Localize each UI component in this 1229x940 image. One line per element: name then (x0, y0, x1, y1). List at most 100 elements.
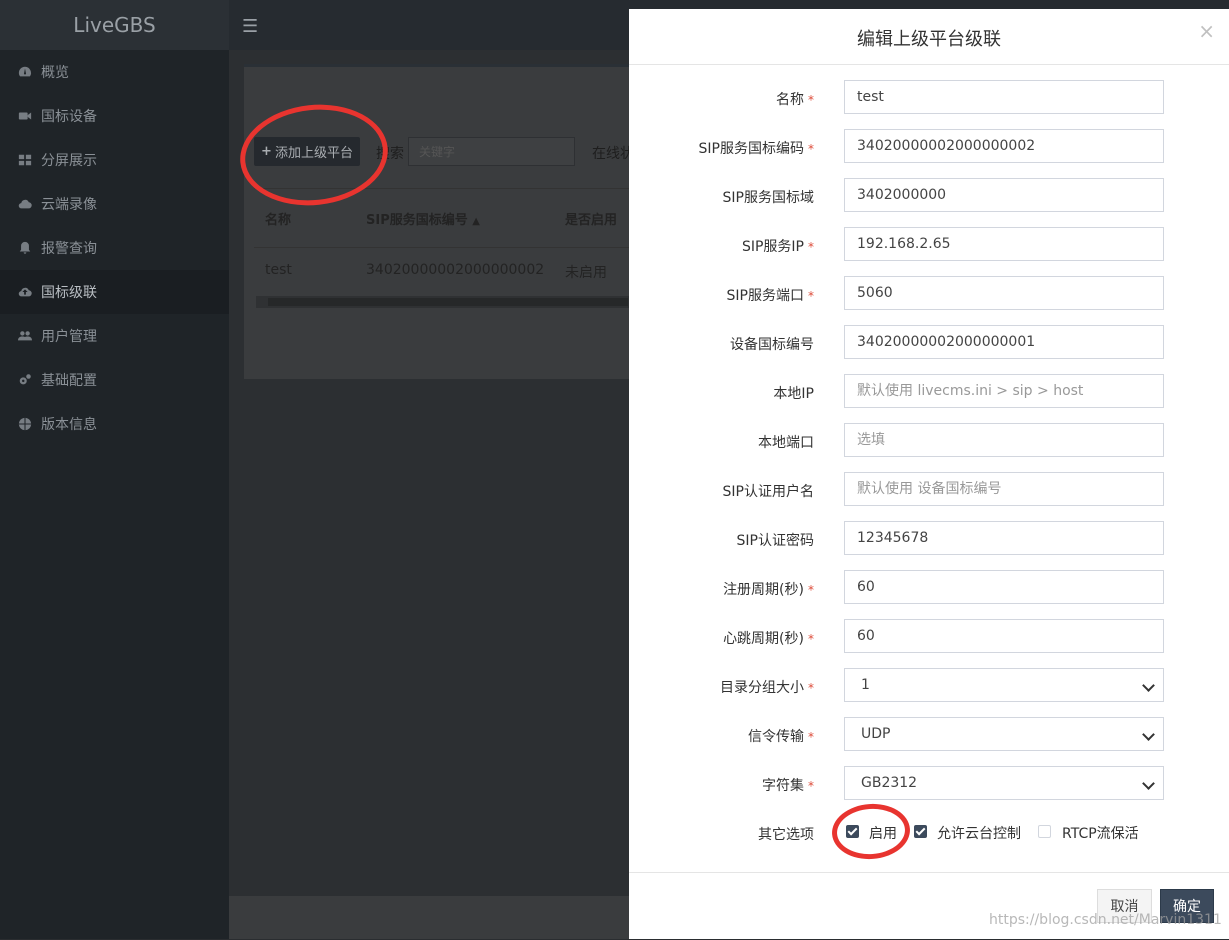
sidebar-item-version-info[interactable]: 版本信息 (0, 402, 229, 446)
cell-sip-id: 34020000002000000002 (366, 262, 545, 278)
sidebar-item-gb-devices[interactable]: 国标设备 (0, 94, 229, 138)
sidebar: LiveGBS 概览 国标设备 分屏展示 云端录像 报警查询 国标级联 用户管理… (0, 0, 229, 939)
search-input[interactable]: 关键字 (408, 137, 575, 166)
chevron-down-icon (1142, 728, 1155, 741)
table-horizontal-scrollbar[interactable] (256, 296, 632, 308)
grid-icon (17, 153, 33, 167)
ptz-control-checkbox[interactable] (914, 825, 927, 838)
form-row-local-ip: 本地IP 默认使用 livecms.ini > sip > host (629, 374, 1229, 408)
catalog-group-size-select[interactable]: 1 (844, 668, 1164, 702)
sidebar-item-label: 用户管理 (41, 329, 97, 345)
rtcp-keepalive-checkbox[interactable] (1038, 825, 1051, 838)
online-status-label: 在线状 (592, 146, 634, 162)
sidebar-item-split-screen[interactable]: 分屏展示 (0, 138, 229, 182)
users-icon (17, 329, 33, 343)
form-row-sip-ip: SIP服务IP * 192.168.2.65 (629, 227, 1229, 261)
sip-password-input[interactable]: 12345678 (844, 521, 1164, 555)
field-label: 本地IP (773, 386, 814, 402)
sidebar-item-user-management[interactable]: 用户管理 (0, 314, 229, 358)
add-platform-button[interactable]: + 添加上级平台 (254, 137, 360, 166)
form-row-charset: 字符集 * GB2312 (629, 766, 1229, 800)
close-icon[interactable]: × (1198, 21, 1215, 41)
field-label: 字符集 * (762, 778, 814, 794)
field-label: 信令传输 * (748, 729, 814, 745)
select-value: GB2312 (861, 775, 918, 791)
brand-logo[interactable]: LiveGBS (0, 0, 229, 50)
form-row-name: 名称 * test (629, 80, 1229, 114)
sidebar-item-gb-cascade[interactable]: 国标级联 (0, 270, 229, 314)
form-row-signal-transport: 信令传输 * UDP (629, 717, 1229, 751)
field-label: SIP认证用户名 (722, 484, 814, 500)
field-label: SIP服务端口 * (726, 288, 814, 304)
add-platform-label: 添加上级平台 (274, 146, 353, 161)
sidebar-item-label: 云端录像 (41, 197, 97, 213)
signal-transport-select[interactable]: UDP (844, 717, 1164, 751)
sidebar-item-alarm-query[interactable]: 报警查询 (0, 226, 229, 270)
video-camera-icon (17, 109, 33, 123)
sidebar-item-overview[interactable]: 概览 (0, 50, 229, 94)
field-label: 其它选项 (758, 827, 814, 843)
gears-icon (17, 373, 33, 387)
menu-toggle-icon[interactable]: ☰ (242, 16, 258, 37)
charset-select[interactable]: GB2312 (844, 766, 1164, 800)
sip-server-id-input[interactable]: 34020000002000000002 (844, 129, 1164, 163)
sidebar-item-label: 报警查询 (41, 241, 97, 257)
form-row-sip-username: SIP认证用户名 默认使用 设备国标编号 (629, 472, 1229, 506)
modal-title: 编辑上级平台级联 (857, 29, 1001, 50)
dashboard-icon (17, 65, 33, 79)
form-row-sip-password: SIP认证密码 12345678 (629, 521, 1229, 555)
page-footer (229, 896, 629, 939)
field-label: SIP服务IP * (741, 239, 814, 255)
field-label: SIP服务国标域 (722, 190, 814, 206)
local-port-input[interactable]: 选填 (844, 423, 1164, 457)
device-id-input[interactable]: 34020000002000000001 (844, 325, 1164, 359)
scrollbar-thumb[interactable] (268, 298, 628, 306)
register-period-input[interactable]: 60 (844, 570, 1164, 604)
cell-name: test (265, 262, 292, 278)
rtcp-keepalive-checkbox-label[interactable]: RTCP流保活 (1062, 823, 1139, 843)
chevron-down-icon (1142, 679, 1155, 692)
sip-username-input[interactable]: 默认使用 设备国标编号 (844, 472, 1164, 506)
enable-checkbox-label[interactable]: 启用 (869, 823, 897, 843)
field-label: 注册周期(秒) * (723, 582, 814, 598)
column-header-enabled[interactable]: 是否启用 (565, 209, 617, 228)
sidebar-item-label: 分屏展示 (41, 153, 97, 169)
globe-icon (17, 417, 33, 431)
select-value: UDP (861, 726, 891, 742)
sidebar-item-label: 国标设备 (41, 109, 97, 125)
field-label: 心跳周期(秒) * (723, 631, 814, 647)
sidebar-item-label: 概览 (41, 65, 69, 81)
sip-ip-input[interactable]: 192.168.2.65 (844, 227, 1164, 261)
search-label: 搜索 (376, 146, 404, 162)
sidebar-item-label: 国标级联 (41, 285, 97, 301)
field-label: SIP服务国标编码 * (698, 141, 814, 157)
form-row-sip-server-id: SIP服务国标编码 * 34020000002000000002 (629, 129, 1229, 163)
sort-icon: ▲︎ (472, 216, 480, 227)
select-value: 1 (861, 677, 870, 693)
sip-port-input[interactable]: 5060 (844, 276, 1164, 310)
column-header-sip-id[interactable]: SIP服务国标编号 ▲︎ (366, 209, 480, 228)
form-row-sip-port: SIP服务端口 * 5060 (629, 276, 1229, 310)
cloud-upload-icon (17, 285, 33, 299)
sip-domain-input[interactable]: 3402000000 (844, 178, 1164, 212)
field-label: 目录分组大小 * (720, 680, 814, 696)
bell-icon (17, 241, 33, 255)
ptz-control-checkbox-label[interactable]: 允许云台控制 (937, 823, 1021, 843)
field-label: 设备国标编号 (730, 337, 814, 353)
cloud-icon (17, 197, 33, 211)
modal-footer: 取消 确定 (629, 872, 1229, 940)
heartbeat-period-input[interactable]: 60 (844, 619, 1164, 653)
table-header: 名称 SIP服务国标编号 ▲︎ 是否启用 (254, 188, 634, 248)
plus-icon: + (261, 144, 272, 159)
sidebar-item-cloud-recording[interactable]: 云端录像 (0, 182, 229, 226)
local-ip-input[interactable]: 默认使用 livecms.ini > sip > host (844, 374, 1164, 408)
field-label: 本地端口 (758, 435, 814, 451)
watermark-text: https://blog.csdn.net/Marvin1311 (989, 912, 1222, 928)
name-input[interactable]: test (844, 80, 1164, 114)
cell-enabled: 未启用 (565, 265, 607, 281)
column-header-name[interactable]: 名称 (265, 209, 291, 228)
modal-header: 编辑上级平台级联 × (629, 9, 1229, 65)
enable-checkbox[interactable] (846, 825, 859, 838)
sidebar-item-basic-config[interactable]: 基础配置 (0, 358, 229, 402)
field-label: SIP认证密码 (736, 533, 814, 549)
